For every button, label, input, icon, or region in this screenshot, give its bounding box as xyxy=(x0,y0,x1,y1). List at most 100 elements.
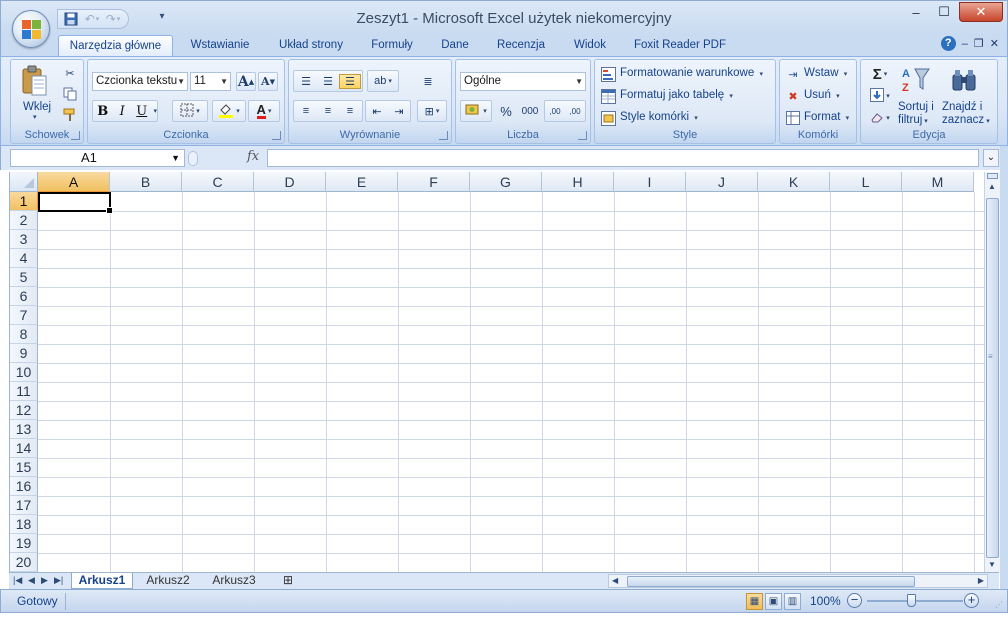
paste-icon[interactable] xyxy=(17,64,51,98)
name-box[interactable]: A1 ▼ xyxy=(10,149,185,167)
font-name-combo[interactable]: Czcionka tekstu ▼ xyxy=(92,72,188,91)
scroll-left-icon[interactable]: ◀ xyxy=(612,576,618,585)
last-sheet-icon[interactable]: ▶| xyxy=(54,575,63,586)
decrease-indent-icon[interactable]: ⇤ xyxy=(366,105,388,118)
row-header[interactable]: 9 xyxy=(10,344,38,363)
column-header[interactable]: B xyxy=(110,172,182,192)
select-all-button[interactable] xyxy=(10,172,38,192)
fill-button[interactable]: ▾ xyxy=(867,87,893,105)
align-center-icon[interactable]: ≡ xyxy=(317,105,339,117)
close-button[interactable]: ✕ xyxy=(959,2,1003,22)
row-header[interactable]: 20 xyxy=(10,553,38,572)
tab-foxit[interactable]: Foxit Reader PDF xyxy=(627,35,733,56)
row-header[interactable]: 11 xyxy=(10,382,38,401)
increase-indent-icon[interactable]: ⇥ xyxy=(388,105,410,118)
decrease-decimal-button[interactable]: ,00 xyxy=(565,107,585,116)
vertical-scroll-thumb[interactable] xyxy=(986,198,999,558)
formula-input[interactable] xyxy=(267,149,979,167)
column-header[interactable]: M xyxy=(902,172,974,192)
active-cell[interactable] xyxy=(38,192,113,214)
insert-sheet-icon[interactable]: ⊞ xyxy=(273,573,303,589)
borders-button[interactable]: ▾ xyxy=(172,100,208,122)
insert-function-icon[interactable]: fx xyxy=(247,149,259,164)
sort-filter-button[interactable]: Sortuj i filtruj ▾ xyxy=(898,101,934,128)
row-header[interactable]: 8 xyxy=(10,325,38,344)
row-header[interactable]: 16 xyxy=(10,477,38,496)
horizontal-scroll-thumb[interactable] xyxy=(627,576,915,587)
row-header[interactable]: 14 xyxy=(10,439,38,458)
row-header[interactable]: 10 xyxy=(10,363,38,382)
column-header[interactable]: G xyxy=(470,172,542,192)
column-header[interactable]: F xyxy=(398,172,470,192)
underline-button[interactable]: U xyxy=(132,104,152,119)
conditional-formatting-button[interactable]: Formatowanie warunkowe ▾ xyxy=(620,67,763,79)
zoom-out-icon[interactable]: − xyxy=(847,593,862,608)
tab-view[interactable]: Widok xyxy=(563,35,617,56)
scroll-up-icon[interactable]: ▲ xyxy=(988,182,996,191)
orientation-button[interactable]: ab ▾ xyxy=(367,70,399,92)
cut-icon[interactable]: ✂ xyxy=(61,65,79,81)
column-header[interactable]: A xyxy=(38,172,110,192)
formula-bar-splitter[interactable] xyxy=(188,151,198,166)
sheet-tab-1[interactable]: Arkusz1 xyxy=(71,573,133,589)
column-header[interactable]: K xyxy=(758,172,830,192)
font-size-combo[interactable]: 11 ▼ xyxy=(190,72,231,91)
thousands-separator-button[interactable]: 000 xyxy=(518,100,542,122)
minimize-button[interactable]: – xyxy=(903,2,929,22)
clear-button[interactable]: ▾ xyxy=(867,109,893,127)
column-header[interactable]: I xyxy=(614,172,686,192)
copy-icon[interactable] xyxy=(61,86,79,102)
align-left-icon[interactable]: ≡ xyxy=(295,105,317,117)
merge-center-button[interactable]: ⊞ ▾ xyxy=(417,100,447,122)
format-cells-button[interactable]: Format ▾ xyxy=(804,111,849,123)
row-header[interactable]: 7 xyxy=(10,306,38,325)
split-box[interactable] xyxy=(987,173,998,179)
chevron-down-icon[interactable]: ▼ xyxy=(171,150,180,166)
page-break-view-icon[interactable]: ▥ xyxy=(784,593,801,610)
sheet-tab-3[interactable]: Arkusz3 xyxy=(205,573,263,589)
row-header[interactable]: 19 xyxy=(10,534,38,553)
tab-review[interactable]: Recenzja xyxy=(489,35,553,56)
horizontal-scrollbar[interactable]: ◀ ▶ xyxy=(608,574,988,588)
workbook-minimize-button[interactable]: – xyxy=(962,38,968,50)
alignment-launcher-icon[interactable] xyxy=(439,131,448,140)
expand-formula-bar-button[interactable]: ⌄ xyxy=(983,149,999,167)
zoom-slider-thumb[interactable] xyxy=(907,594,916,607)
row-header[interactable]: 6 xyxy=(10,287,38,306)
workbook-close-button[interactable]: ✕ xyxy=(990,37,999,50)
page-layout-view-icon[interactable]: ▣ xyxy=(765,593,782,610)
bold-button[interactable]: B xyxy=(93,104,113,119)
percent-button[interactable]: % xyxy=(496,100,516,122)
normal-view-icon[interactable]: ▦ xyxy=(746,593,763,610)
delete-cells-button[interactable]: Usuń ▾ xyxy=(804,89,840,101)
grow-font-button[interactable]: A ▲ xyxy=(236,72,256,91)
tab-formulas[interactable]: Formuły xyxy=(363,35,421,56)
row-header[interactable]: 12 xyxy=(10,401,38,420)
column-header[interactable]: J xyxy=(686,172,758,192)
tab-data[interactable]: Dane xyxy=(433,35,477,56)
wrap-text-icon[interactable]: ≣ xyxy=(417,70,439,92)
resize-grip-icon[interactable]: ⋰ xyxy=(995,600,1005,610)
row-header[interactable]: 13 xyxy=(10,420,38,439)
underline-dropdown-icon[interactable]: ▾ xyxy=(154,107,158,115)
row-header[interactable]: 17 xyxy=(10,496,38,515)
column-header[interactable]: E xyxy=(326,172,398,192)
align-bottom-icon[interactable]: ☰ xyxy=(339,73,361,89)
fill-color-button[interactable]: ▾ xyxy=(212,100,246,122)
font-launcher-icon[interactable] xyxy=(272,131,281,140)
spreadsheet-grid[interactable]: ABCDEFGHIJKLM 1 2 3 4 5 6 7 8 9 10 11 12 13 14 15 16 17 1… xyxy=(9,172,984,572)
row-header[interactable]: 1 xyxy=(10,192,38,211)
scroll-right-icon[interactable]: ▶ xyxy=(978,576,984,585)
insert-cells-button[interactable]: Wstaw ▾ xyxy=(804,67,847,79)
align-middle-icon[interactable]: ☰ xyxy=(317,75,339,88)
row-header[interactable]: 18 xyxy=(10,515,38,534)
row-header[interactable]: 2 xyxy=(10,211,38,230)
maximize-button[interactable]: ☐ xyxy=(931,2,957,22)
help-icon[interactable]: ? xyxy=(940,36,956,51)
next-sheet-icon[interactable]: ▶ xyxy=(41,575,48,586)
increase-decimal-button[interactable]: ,00 xyxy=(545,107,565,116)
column-header[interactable]: D xyxy=(254,172,326,192)
column-header[interactable]: L xyxy=(830,172,902,192)
column-header[interactable]: H xyxy=(542,172,614,192)
vertical-scrollbar[interactable]: ▲ ≡ ▼ xyxy=(984,172,1000,572)
